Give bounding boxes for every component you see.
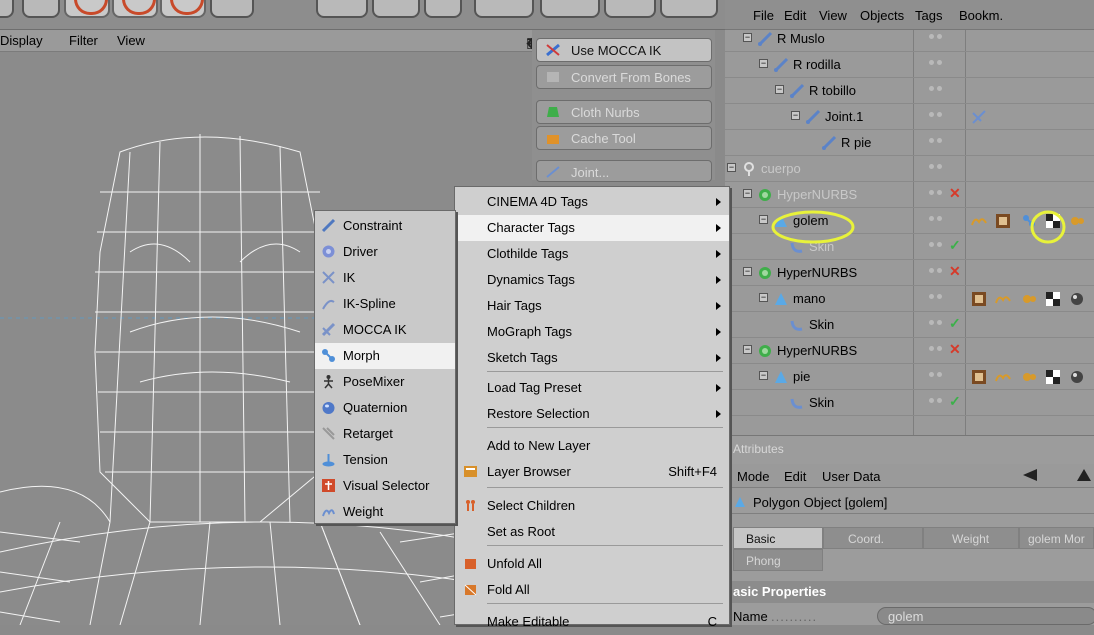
morph-tag-highlight-circle [1030,210,1066,244]
highlight-overlay [771,210,1066,244]
golem-highlight-circle [771,210,855,244]
